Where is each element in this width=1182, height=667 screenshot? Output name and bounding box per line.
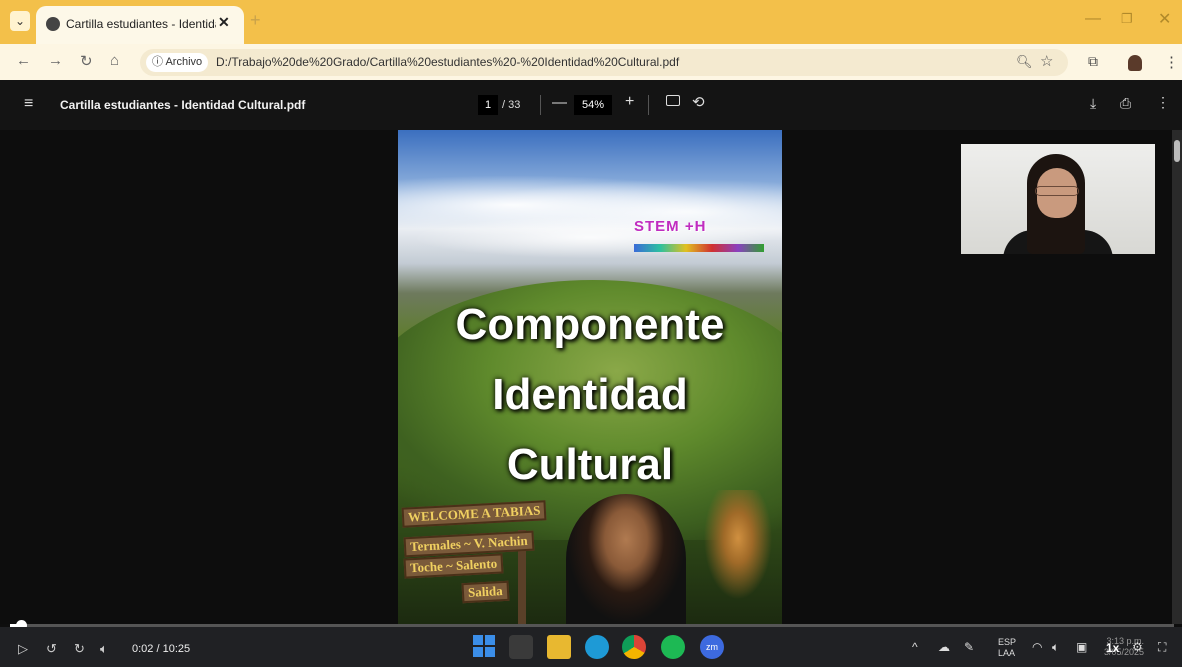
address-bar-row: ← → ↻ ⌂ ⓘ Archivo D:/Trabajo%20de%20Grad… <box>0 44 1182 80</box>
zoom-in-button[interactable]: + <box>625 93 634 111</box>
cover-title-line: Componente <box>455 300 725 349</box>
sign-board: WELCOME A TABIAS <box>401 500 547 528</box>
taskbar: ▷ ↺ ↻ 🔈︎ 0:02 / 10:25 zm ^ ☁ ✎ ESP LAA ◠… <box>0 627 1182 667</box>
webcam-overlay <box>961 144 1155 254</box>
playback-speed[interactable]: 1x <box>1106 641 1119 655</box>
logo-text: STEM +H <box>634 218 707 235</box>
browser-menu-icon[interactable]: ⋮ <box>1164 53 1179 71</box>
url-text[interactable]: D:/Trabajo%20de%20Grado/Cartilla%20estud… <box>216 55 679 69</box>
zoom-app-icon[interactable]: zm <box>700 635 724 659</box>
home-icon[interactable]: ⌂ <box>110 52 119 69</box>
wifi-icon[interactable]: ◠ <box>1032 640 1042 654</box>
restore-button[interactable]: ❐ <box>1121 11 1133 27</box>
extensions-icon[interactable]: ⧉ <box>1088 53 1098 70</box>
toolbar-divider <box>648 95 649 115</box>
cover-title-line: Cultural <box>506 440 674 489</box>
zoom-magnifier-icon[interactable]: 🔍︎ <box>1016 54 1033 70</box>
download-icon[interactable]: ⤓ <box>1090 95 1096 112</box>
scrollbar[interactable] <box>1172 130 1182 624</box>
spotify-icon[interactable] <box>661 635 685 659</box>
logo-color-strip <box>634 244 764 252</box>
omnibox[interactable]: ⓘ Archivo D:/Trabajo%20de%20Grado/Cartil… <box>140 49 1068 76</box>
tray-chevron-icon[interactable]: ^ <box>912 640 918 654</box>
windows-start-icon[interactable] <box>473 635 497 659</box>
cloud-icon[interactable]: ☁ <box>938 640 950 654</box>
zoom-out-button[interactable]: — <box>552 94 567 111</box>
stem-logo: STEM +H <box>634 216 764 256</box>
indigenous-woman-image <box>566 494 686 624</box>
sign-board: Salida <box>461 580 510 604</box>
bookmark-star-icon[interactable]: ☆ <box>1040 52 1053 70</box>
pdf-page-cover: STEM +H Componente Identidad Cultural WE… <box>398 130 782 624</box>
pdf-toolbar: ≡ Cartilla estudiantes - Identidad Cultu… <box>0 80 1182 130</box>
page-total: / 33 <box>502 99 521 111</box>
orchid-image <box>698 490 778 610</box>
site-info-chip[interactable]: ⓘ Archivo <box>146 53 209 72</box>
cover-title-line: Identidad <box>492 370 688 419</box>
settings-gear-icon[interactable]: ⚙ <box>1132 640 1143 654</box>
keyboard-layout: LAA <box>998 648 1016 658</box>
tab-strip: ⌄ Cartilla estudiantes - Identidad ✕ + —… <box>0 0 1182 44</box>
play-icon[interactable]: ▷ <box>18 641 28 657</box>
minimize-button[interactable]: — <box>1085 10 1101 28</box>
forward-10-icon[interactable]: ↻ <box>74 641 85 657</box>
hamburger-menu-icon[interactable]: ≡ <box>24 95 33 113</box>
print-icon[interactable]: ⎙ <box>1120 95 1131 112</box>
chrome-icon[interactable] <box>622 635 646 659</box>
glasses <box>1035 186 1079 196</box>
tab-title: Cartilla estudiantes - Identidad <box>66 17 216 31</box>
captions-icon[interactable]: ▣ <box>1076 640 1087 654</box>
zoom-level-input[interactable]: 54% <box>574 95 612 115</box>
toolbar-divider <box>540 95 541 115</box>
rotate-icon[interactable]: ⟲ <box>692 93 705 111</box>
file-explorer-icon[interactable] <box>547 635 571 659</box>
language-code: ESP <box>998 637 1017 647</box>
rewind-10-icon[interactable]: ↺ <box>46 641 57 657</box>
new-tab-button[interactable]: + <box>250 10 261 31</box>
browser-tab[interactable]: Cartilla estudiantes - Identidad ✕ <box>36 6 244 44</box>
road-sign-image: WELCOME A TABIAS Termales ~ V. Nachin To… <box>401 500 552 624</box>
video-time: 0:02 / 10:25 <box>132 643 191 655</box>
fit-page-icon[interactable] <box>666 95 680 106</box>
edge-icon[interactable] <box>585 635 609 659</box>
speaker-icon[interactable]: 🔈︎ <box>1052 640 1059 655</box>
reload-icon[interactable]: ↻ <box>80 52 93 70</box>
volume-icon[interactable]: 🔈︎ <box>100 641 108 657</box>
globe-icon <box>46 17 60 31</box>
scrollbar-thumb[interactable] <box>1174 140 1180 162</box>
profile-avatar[interactable] <box>1128 55 1142 71</box>
pdf-more-icon[interactable]: ⋮ <box>1156 94 1170 111</box>
language-indicator[interactable]: ESP LAA <box>998 637 1016 659</box>
sign-board: Toche ~ Salento <box>403 553 504 579</box>
pen-icon[interactable]: ✎ <box>964 640 974 654</box>
page-number-input[interactable]: 1 <box>478 95 498 115</box>
close-tab-icon[interactable]: ✕ <box>218 14 230 31</box>
pdf-filename: Cartilla estudiantes - Identidad Cultura… <box>60 98 306 112</box>
forward-arrow-icon[interactable]: → <box>48 52 63 69</box>
sign-board: Termales ~ V. Nachin <box>403 530 535 558</box>
tab-search-button[interactable]: ⌄ <box>10 11 30 31</box>
close-window-button[interactable]: ✕ <box>1158 9 1171 29</box>
fullscreen-icon[interactable]: ⛶ <box>1158 640 1166 655</box>
back-arrow-icon[interactable]: ← <box>16 52 31 69</box>
task-view-icon[interactable] <box>509 635 533 659</box>
